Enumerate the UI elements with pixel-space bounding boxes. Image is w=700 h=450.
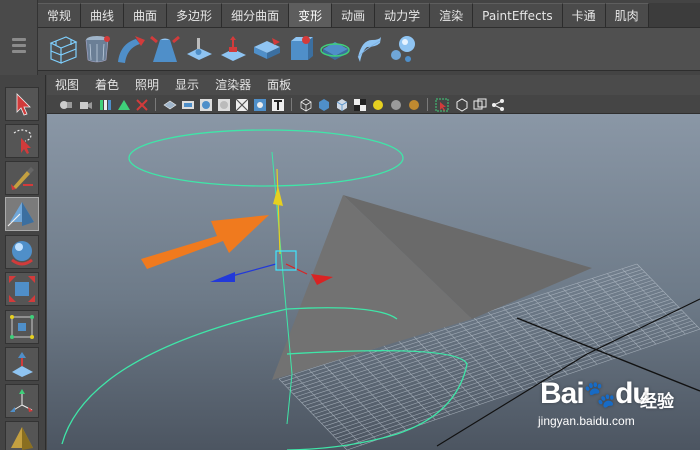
deformer-handle-line [271,151,293,425]
resolution-gate-icon[interactable] [199,97,213,111]
safe-action-icon[interactable] [253,97,267,111]
grip-line [12,38,26,41]
flare-icon[interactable] [148,32,182,66]
shelf-tab[interactable]: PaintEffects [473,3,563,27]
toolbar-separator [427,98,428,111]
rotate-tool-icon[interactable] [5,235,39,269]
shelf-tab[interactable]: 多边形 [167,3,223,27]
shelf-icon-row [38,27,700,71]
shelf-handle[interactable] [0,0,38,75]
all-lights-icon[interactable] [389,97,403,111]
field-chart-icon[interactable] [235,97,249,112]
watermark-logo: Bai🐾du [540,377,651,410]
camera-attributes-icon[interactable] [79,97,93,111]
isolate-select-icon[interactable] [435,97,449,112]
shelf-tab[interactable]: 渲染 [430,3,474,27]
panel-menu-item[interactable]: 面板 [259,75,299,95]
watermark-url: jingyan.baidu.com [538,414,635,428]
move-tool-icon[interactable] [5,197,39,231]
xray-joints-icon[interactable] [473,97,487,111]
panel-menu-item[interactable]: 渲染器 [207,75,259,95]
panel-menu-item[interactable]: 照明 [127,75,167,95]
grid-toggle-icon[interactable] [163,97,177,111]
show-manipulator-icon[interactable] [5,384,39,418]
camera-select-icon[interactable] [59,97,73,111]
toolbar-separator [291,98,292,111]
smooth-shade-icon[interactable] [317,97,331,111]
shelf-tab[interactable]: 卡通 [562,3,606,27]
shadows-icon[interactable] [407,97,421,111]
cluster-icon[interactable] [80,32,114,66]
panel-menu-item[interactable]: 视图 [47,75,87,95]
lasso-tool-icon[interactable] [5,124,39,158]
universal-manipulator-icon[interactable] [5,310,39,344]
grip-line [12,44,26,47]
wave-icon[interactable] [318,32,352,66]
nonlinear-icon[interactable] [250,32,284,66]
wrap-icon[interactable] [284,32,318,66]
gate-mask-icon[interactable] [217,97,231,111]
select-tool-icon[interactable] [5,87,39,121]
wire-icon[interactable] [352,32,386,66]
shelf-tab[interactable]: 曲面 [124,3,168,27]
grip-line [12,50,26,53]
watermark-brand: 经验 [640,392,674,412]
textured-icon[interactable] [353,97,367,111]
watermark: Bai🐾du 经验 jingyan.baidu.com [530,373,700,433]
manipulator-z-arrow [210,272,235,282]
toolbar-separator [155,98,156,111]
film-gate-icon[interactable] [181,97,195,111]
shelf-tab[interactable]: 动力学 [375,3,431,27]
soft-modification-icon[interactable] [5,347,39,381]
cone-object-icon[interactable] [5,421,39,450]
two-d-pan-icon[interactable] [135,97,149,111]
shelf-tab[interactable]: 动画 [332,3,376,27]
shelf-tab[interactable]: 曲线 [81,3,125,27]
panel-menu-item[interactable]: 着色 [87,75,127,95]
wireframe-on-shaded-icon[interactable] [335,97,349,111]
manipulator-y-arrow [273,186,283,206]
panel-menu-bar: 视图 着色 照明 显示 渲染器 面板 [47,75,700,95]
scale-tool-icon[interactable] [5,272,39,306]
sculpt-icon[interactable] [182,32,216,66]
annotation-arrow [141,215,269,269]
soft-modifier-icon[interactable] [216,32,250,66]
shelf-tab[interactable]: 肌肉 [605,3,649,27]
paint-select-tool-icon[interactable] [5,161,39,195]
bend-icon[interactable] [114,32,148,66]
xray-components-icon[interactable] [491,97,505,111]
wireframe-icon[interactable] [299,97,313,112]
shelf-tab[interactable]: 细分曲面 [222,3,290,27]
safe-title-icon[interactable] [271,97,285,111]
default-light-icon[interactable] [371,97,385,111]
nurbs-circle-top [128,129,404,187]
jiggle-icon[interactable] [386,32,420,66]
panel-menu-item[interactable]: 显示 [167,75,207,95]
lattice-icon[interactable] [46,32,80,66]
image-plane-icon[interactable] [117,97,131,111]
shelf-tab-bar: 常规 曲线 曲面 多边形 细分曲面 变形 动画 动力学 渲染 PaintEffects 卡通 肌肉 [38,3,700,27]
xray-icon[interactable] [455,97,469,112]
shelf-tab[interactable]: 常规 [38,3,82,27]
panel-toolbar [47,95,700,114]
toolbox [0,75,46,450]
manipulator-z-axis [231,263,277,277]
shelf-tab[interactable]: 变形 [289,3,333,27]
bookmark-icon[interactable] [99,97,113,111]
